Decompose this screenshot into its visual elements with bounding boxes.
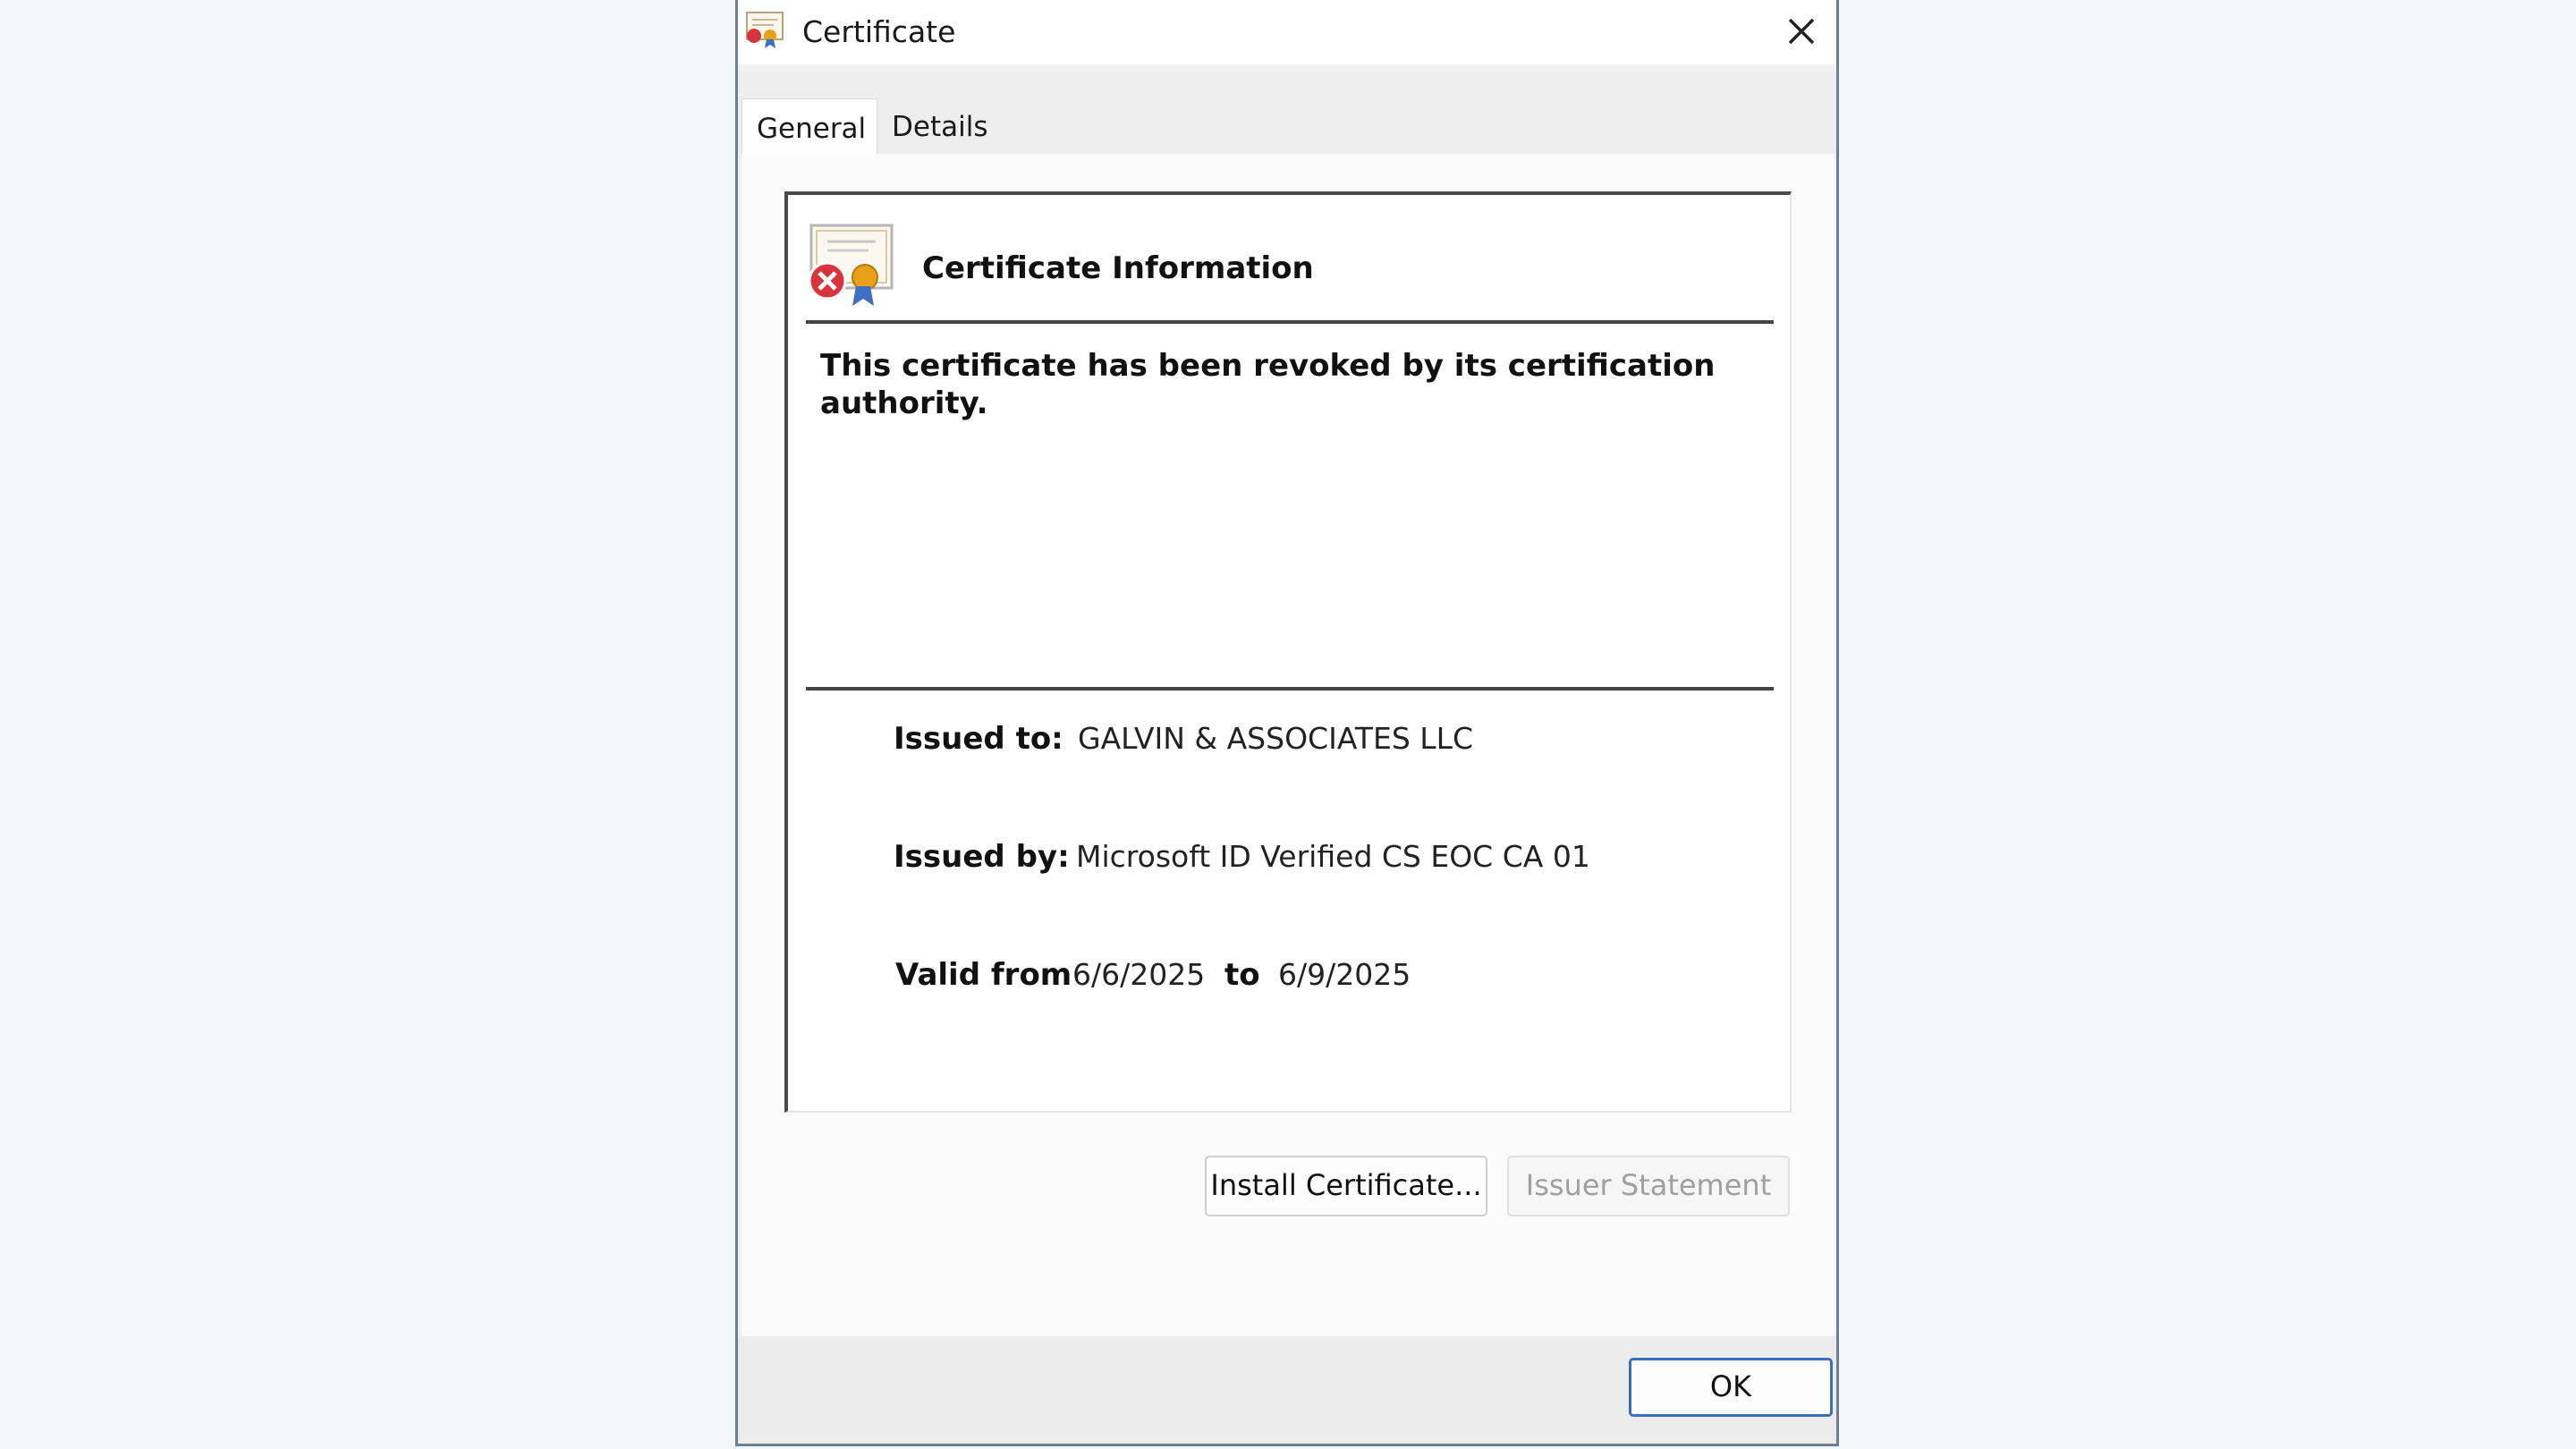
issued-by-label: Issued by:	[894, 839, 1070, 875]
valid-from-value: 6/6/2025	[1072, 957, 1206, 992]
divider	[806, 320, 1774, 324]
valid-from-label: Valid from	[895, 957, 1072, 993]
ok-button[interactable]: OK	[1629, 1358, 1833, 1417]
revoked-certificate-icon	[808, 224, 894, 306]
divider	[806, 687, 1774, 691]
issued-to-label: Issued to:	[894, 721, 1063, 757]
tab-details[interactable]: Details	[892, 109, 987, 145]
certificate-dialog: Certificate General Details Certificate …	[735, 0, 1839, 1446]
certificate-icon	[746, 12, 784, 48]
general-tab-panel: Certificate Information This certificate…	[741, 154, 1835, 1336]
valid-to-label: to	[1224, 957, 1260, 993]
install-certificate-button[interactable]: Install Certificate...	[1205, 1156, 1487, 1216]
close-icon[interactable]	[1772, 4, 1829, 61]
issued-by-value: Microsoft ID Verified CS EOC CA 01	[1076, 839, 1590, 874]
revocation-status-text: This certificate has been revoked by its…	[820, 348, 1716, 421]
issuer-statement-button: Issuer Statement	[1507, 1156, 1790, 1216]
window-title: Certificate	[802, 14, 956, 49]
issued-to-value: GALVIN & ASSOCIATES LLC	[1078, 721, 1474, 756]
title-bar: Certificate	[738, 0, 1836, 64]
tab-general[interactable]: General	[741, 98, 877, 154]
dialog-footer: OK	[738, 1336, 1836, 1444]
certificate-information-heading: Certificate Information	[922, 250, 1314, 286]
certificate-info-panel: Certificate Information This certificate…	[784, 191, 1792, 1113]
tab-strip: General Details	[738, 72, 1836, 154]
valid-to-value: 6/9/2025	[1278, 957, 1411, 992]
